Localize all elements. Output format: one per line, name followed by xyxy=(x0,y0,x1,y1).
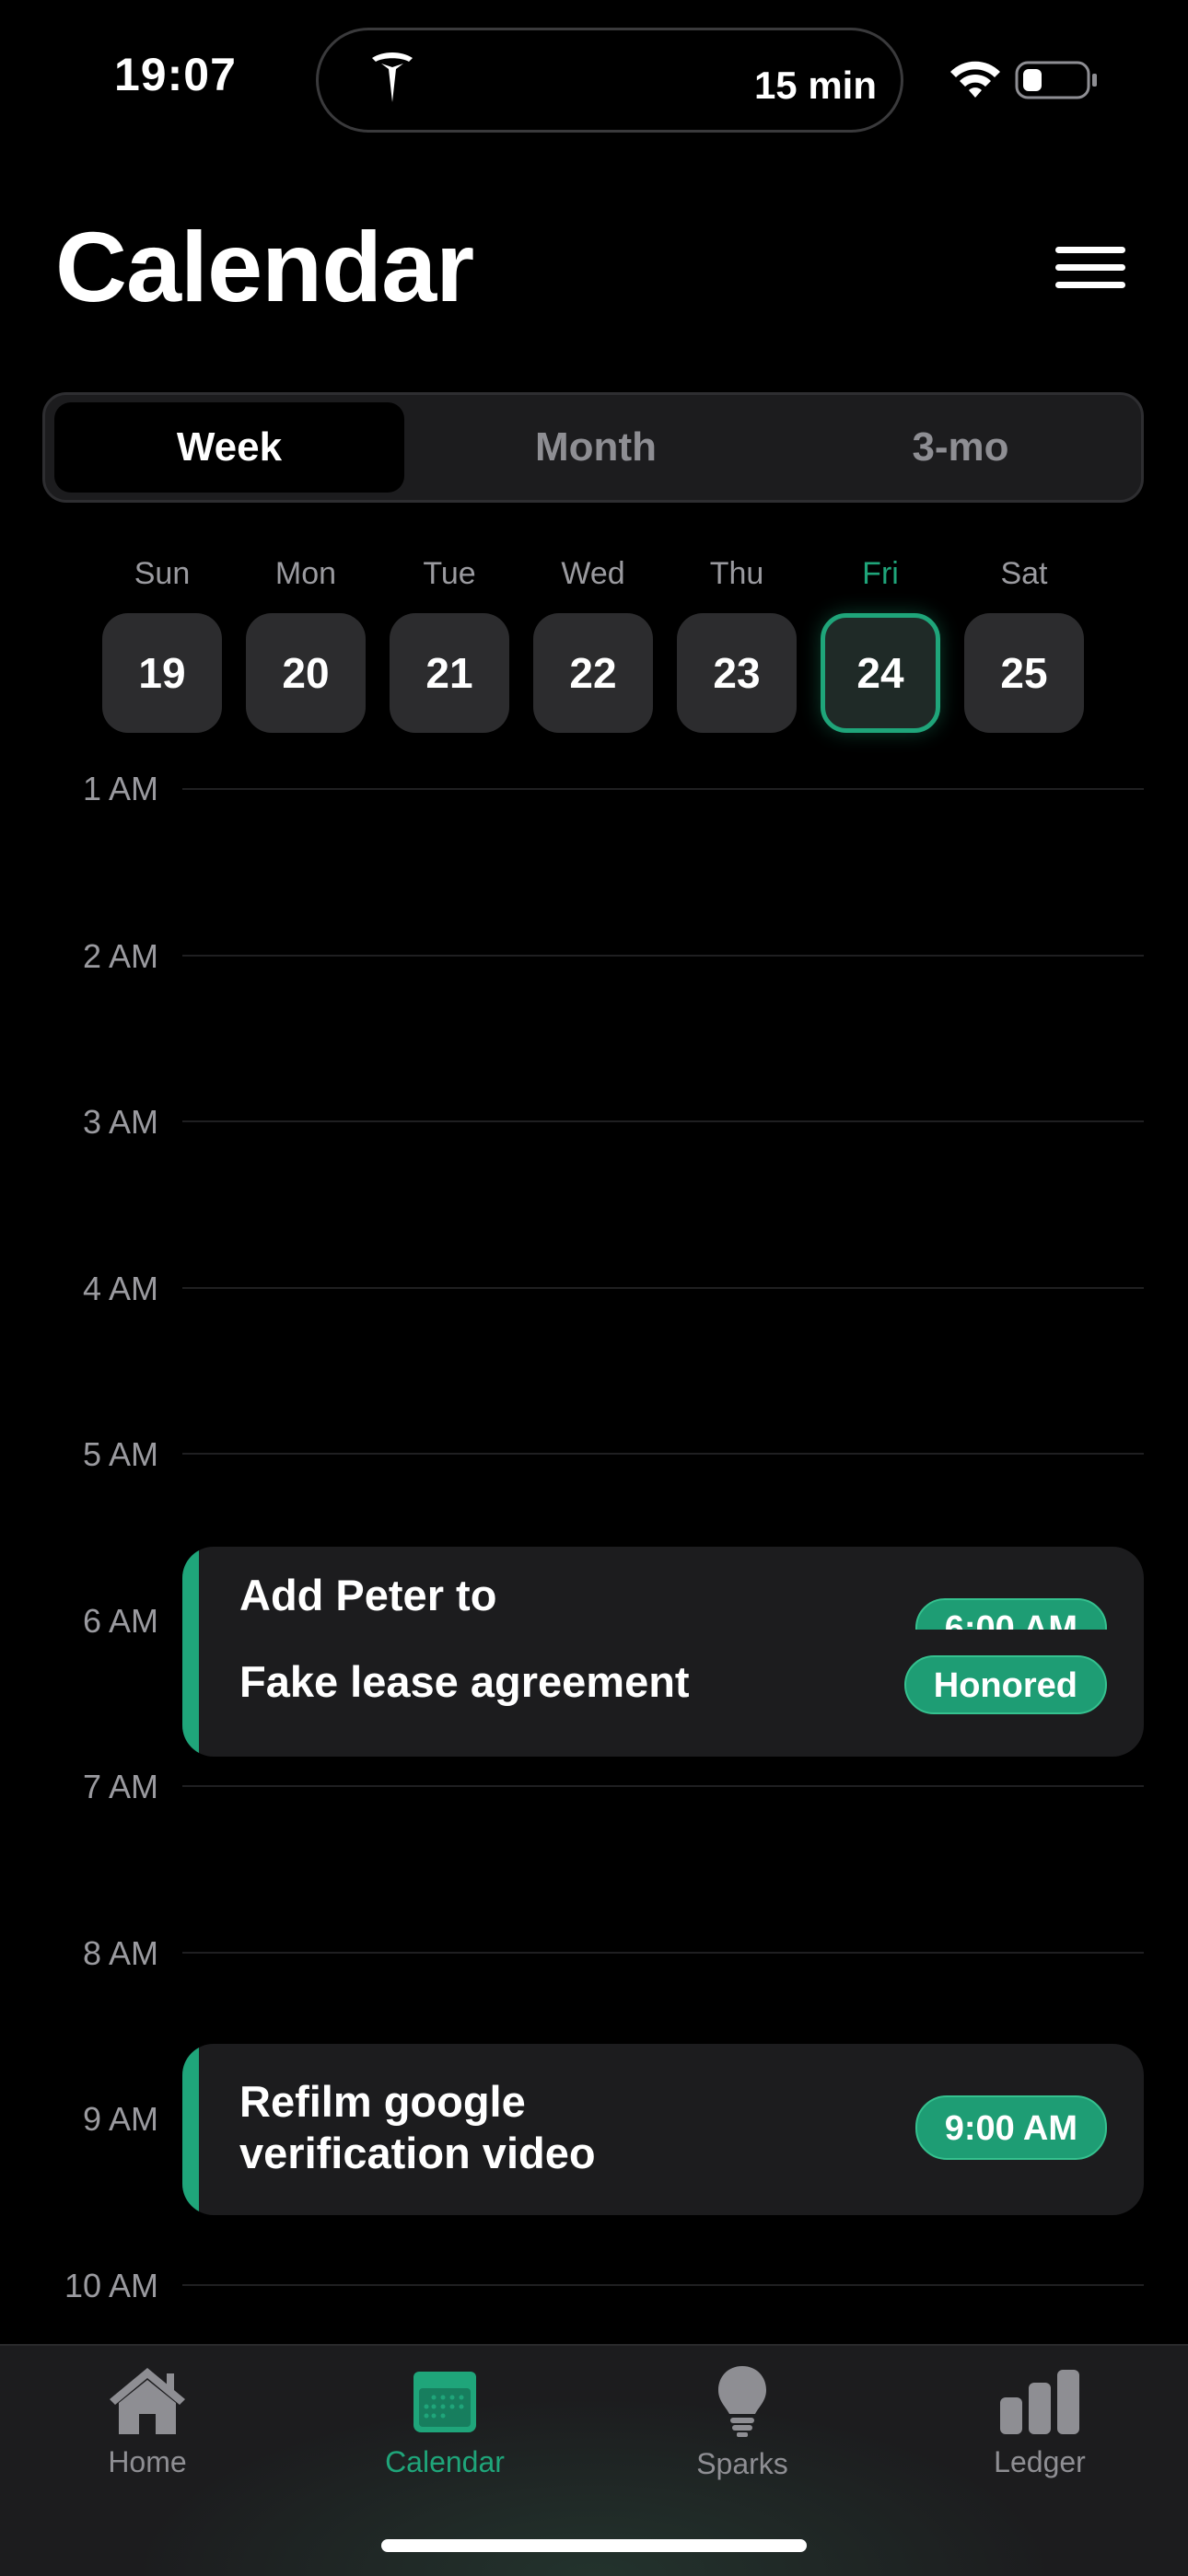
event-title: Fake lease agreement xyxy=(239,1657,690,1706)
tab-month[interactable]: Month xyxy=(421,402,771,493)
home-indicator[interactable] xyxy=(381,2539,807,2552)
tab-home[interactable]: Home xyxy=(37,2364,258,2479)
tesla-logo-icon xyxy=(372,52,413,102)
event-time-clip: 6:00 AM xyxy=(895,1598,1107,1630)
hour-label: 2 AM xyxy=(82,937,158,975)
hamburger-menu-button[interactable] xyxy=(1055,247,1125,289)
event-time-badge: 9:00 AM xyxy=(914,2095,1107,2160)
hour-label: 1 AM xyxy=(82,773,158,807)
tab-ledger[interactable]: Ledger xyxy=(929,2364,1150,2479)
calendar-icon xyxy=(413,2372,476,2432)
weekday-label: Sun xyxy=(134,556,191,591)
hour-gridline xyxy=(182,1785,1144,1787)
wifi-icon xyxy=(950,61,1000,98)
weekday-label: Wed xyxy=(561,556,625,591)
event-title-line2: verification video xyxy=(239,2129,596,2177)
event-accent-bar xyxy=(182,1547,199,1757)
event-accent-bar xyxy=(182,2044,199,2215)
tab-sparks[interactable]: Sparks xyxy=(632,2364,853,2481)
battery-icon xyxy=(1015,61,1097,99)
event-status-badge[interactable]: Honored xyxy=(903,1655,1107,1714)
hour-label: 5 AM xyxy=(82,1435,158,1473)
event-card[interactable]: Add Peter to 6:00 AM Fake lease agreemen… xyxy=(182,1547,1144,1757)
weekday-label: Thu xyxy=(709,556,764,591)
hour-gridline xyxy=(182,788,1144,790)
view-segmented-control: Week Month 3-mo xyxy=(42,392,1144,503)
hour-label: 6 AM xyxy=(82,1602,158,1640)
weekday-label: Sat xyxy=(1000,556,1048,591)
date-button-21[interactable]: 21 xyxy=(390,613,509,733)
tab-label: Ledger xyxy=(994,2445,1086,2478)
hour-label: 4 AM xyxy=(82,1270,158,1307)
hour-label: 3 AM xyxy=(82,1103,158,1141)
bar-chart-icon xyxy=(1000,2370,1079,2434)
status-time: 19:07 xyxy=(114,49,237,100)
date-button-24-selected[interactable]: 24 xyxy=(821,613,940,733)
hour-label: 7 AM xyxy=(82,1768,158,1805)
tab-3-month[interactable]: 3-mo xyxy=(786,402,1136,493)
event-title-line1: Refilm google xyxy=(239,2077,526,2126)
date-button-20[interactable]: 20 xyxy=(246,613,366,733)
hour-gridline xyxy=(182,1453,1144,1455)
event-time-badge: 6:00 AM xyxy=(914,1598,1107,1630)
hour-gridline xyxy=(182,1287,1144,1289)
hour-label: 8 AM xyxy=(82,1934,158,1972)
hour-gridline xyxy=(182,955,1144,957)
tab-label: Calendar xyxy=(385,2445,505,2478)
lightbulb-icon xyxy=(718,2366,766,2437)
weekday-label: Tue xyxy=(423,556,476,591)
date-button-22[interactable]: 22 xyxy=(533,613,653,733)
tab-calendar[interactable]: Calendar xyxy=(334,2364,555,2479)
event-title: Add Peter to xyxy=(239,1571,497,1619)
weekday-label: Mon xyxy=(274,556,337,591)
event-card[interactable]: Refilm google verification video 9:00 AM xyxy=(182,2044,1144,2215)
tab-week[interactable]: Week xyxy=(54,402,404,493)
page-title: Calendar xyxy=(55,211,474,322)
hour-gridline xyxy=(182,1120,1144,1122)
tab-label: Sparks xyxy=(696,2447,788,2480)
hour-gridline xyxy=(182,2284,1144,2286)
weekday-label-today: Fri xyxy=(862,556,899,591)
dynamic-island[interactable]: 15 min xyxy=(316,28,903,133)
date-button-23[interactable]: 23 xyxy=(677,613,797,733)
hour-gridline xyxy=(182,1952,1144,1954)
day-timeline[interactable]: 1 AM 2 AM 3 AM 4 AM 5 AM 6 AM 7 AM 8 AM … xyxy=(0,773,1188,2344)
live-activity-duration: 15 min xyxy=(753,64,877,107)
tab-label: Home xyxy=(108,2445,187,2478)
hour-label: 10 AM xyxy=(64,2267,158,2304)
house-icon xyxy=(110,2368,185,2434)
date-button-25[interactable]: 25 xyxy=(964,613,1084,733)
date-button-19[interactable]: 19 xyxy=(102,613,222,733)
hour-label: 9 AM xyxy=(82,2100,158,2138)
